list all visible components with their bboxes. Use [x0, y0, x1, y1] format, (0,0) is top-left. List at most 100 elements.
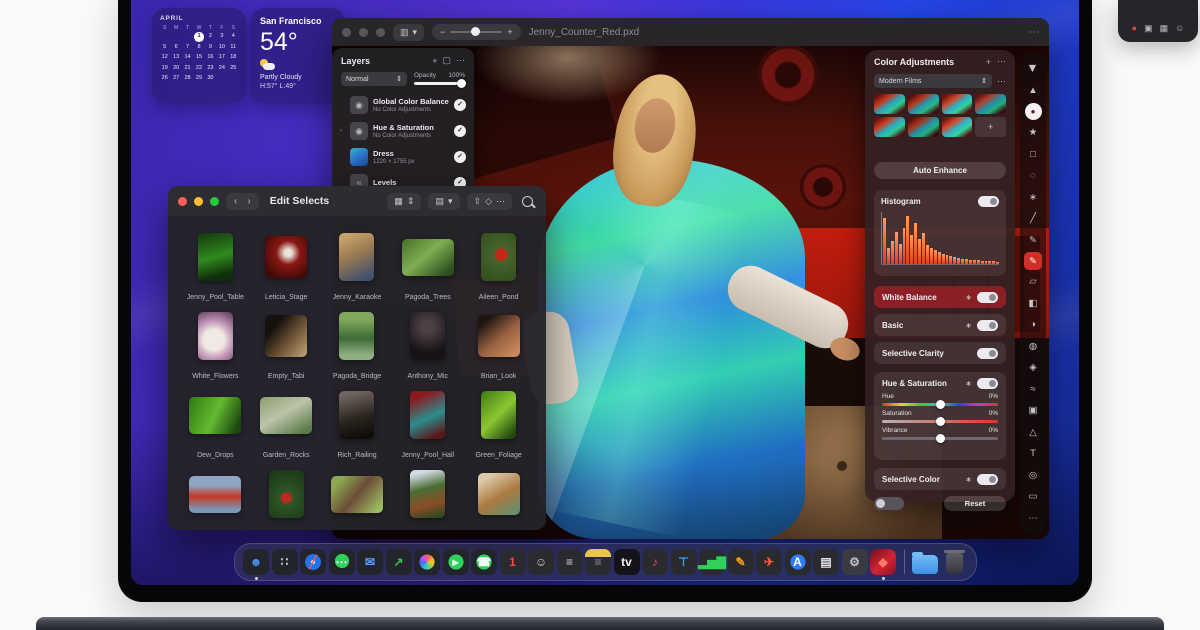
auto-wand-icon[interactable]: ∗ — [965, 321, 972, 330]
file-item[interactable]: Empty_Tabi — [251, 303, 322, 382]
share-icon[interactable]: ⇧ — [474, 196, 482, 207]
dock-app-icon[interactable]: ≡ — [585, 549, 611, 575]
opacity-knob[interactable] — [457, 79, 466, 88]
tool-button[interactable]: ◌ — [1022, 165, 1044, 187]
slider-track[interactable] — [882, 400, 998, 409]
zoom-slider[interactable]: − + — [432, 24, 521, 40]
file-item[interactable]: Anthony_Mic — [392, 303, 463, 382]
tool-button[interactable]: ◈ — [1022, 357, 1044, 379]
back-button[interactable]: ‹ — [234, 196, 237, 207]
dock-app-icon[interactable]: ☺ — [528, 549, 554, 575]
dock-app-icon[interactable]: ◆ — [870, 549, 896, 580]
adjustment-row[interactable]: Selective Clarity — [874, 342, 1006, 364]
selective-color-toggle[interactable] — [977, 473, 998, 485]
dock-app-icon[interactable]: ↗ — [385, 549, 412, 575]
dock-app-icon[interactable] — [414, 549, 440, 575]
tool-button[interactable]: ◍ — [1022, 336, 1044, 358]
dock-app-icon[interactable]: A — [784, 549, 811, 575]
selective-color-row[interactable]: Selective Color ∗ — [874, 468, 1006, 490]
file-thumbnail[interactable] — [481, 233, 517, 281]
dock-app-icon[interactable]: ☻ — [243, 549, 269, 580]
tool-button[interactable]: ● — [1024, 103, 1042, 120]
file-thumbnail[interactable] — [477, 473, 520, 515]
file-item[interactable]: Garden_Rocks — [251, 382, 322, 461]
more-icon[interactable]: ⋯ — [496, 196, 505, 207]
preset-thumbnail[interactable] — [907, 117, 939, 137]
slider-track[interactable] — [882, 417, 998, 426]
file-thumbnail[interactable] — [330, 475, 383, 513]
tool-button[interactable]: ▭ — [1022, 486, 1044, 508]
dock-app-icon[interactable]: ☎ — [471, 549, 497, 575]
file-thumbnail[interactable] — [197, 312, 233, 360]
auto-enhance-button[interactable]: Auto Enhance — [874, 162, 1006, 179]
hue-saturation-toggle[interactable] — [977, 378, 998, 389]
dock-app-icon[interactable]: ▸ — [442, 549, 469, 575]
file-thumbnail[interactable] — [339, 233, 375, 281]
zoom-window-button[interactable] — [210, 196, 219, 206]
dock-app-icon[interactable]: ▂▅▇ — [698, 549, 726, 575]
toolbar-icon[interactable]: ▦ — [1160, 24, 1169, 33]
tool-button[interactable]: ≈ — [1022, 379, 1044, 401]
add-layer-icon[interactable]: + — [432, 56, 437, 66]
file-item[interactable]: Jenny_Pool_Table — [180, 224, 251, 303]
file-thumbnail[interactable] — [410, 470, 446, 518]
file-thumbnail[interactable] — [477, 315, 520, 357]
preset-thumbnail[interactable] — [907, 94, 939, 114]
zoom-out-icon[interactable]: − — [440, 27, 445, 37]
file-item[interactable]: Pagoda_Bridge — [322, 303, 393, 382]
trash-icon[interactable] — [943, 549, 965, 574]
group-layer-icon[interactable]: ▢ — [442, 55, 451, 66]
file-item[interactable]: Leticia_Stage — [251, 224, 322, 303]
file-thumbnail[interactable] — [410, 391, 446, 439]
file-item[interactable]: Jonathan_Garden — [322, 461, 393, 530]
preset-thumbnail[interactable] — [874, 94, 905, 114]
file-thumbnail[interactable] — [265, 315, 308, 357]
color-panel-more-icon[interactable]: ⋯ — [997, 56, 1006, 67]
adjustment-row[interactable]: White Balance ∗ — [874, 286, 1006, 308]
file-thumbnail[interactable] — [481, 391, 517, 439]
auto-wand-icon[interactable]: ∗ — [965, 293, 972, 302]
reset-button[interactable]: Reset — [944, 496, 1006, 511]
preset-more-icon[interactable]: ⋯ — [997, 76, 1006, 87]
minimize-button[interactable] — [194, 196, 203, 206]
toolbar-icon[interactable]: ▣ — [1144, 24, 1153, 33]
tool-button[interactable]: ∗ — [1022, 187, 1044, 209]
close-button[interactable] — [342, 27, 351, 37]
file-thumbnail[interactable] — [265, 236, 308, 278]
preset-thumbnail[interactable] — [941, 94, 973, 114]
slider-knob[interactable] — [936, 417, 945, 426]
adjustment-toggle[interactable] — [977, 319, 998, 331]
file-thumbnail[interactable] — [268, 470, 304, 518]
compare-toggle[interactable] — [874, 497, 904, 510]
file-thumbnail[interactable] — [339, 312, 375, 360]
add-adjustment-icon[interactable]: + — [986, 57, 991, 67]
adjustment-row[interactable]: Basic ∗ — [874, 314, 1006, 336]
calendar-widget[interactable]: APRIL SMTWTFS 1 2 3 4 5 6 7 8 9 10 11 12 13 14 15 16 17 1… — [152, 8, 246, 103]
dock-app-icon[interactable]: ∷ — [271, 549, 298, 575]
file-thumbnail[interactable] — [410, 312, 446, 360]
blend-mode-dropdown[interactable]: Normal ⇕ — [341, 72, 407, 86]
file-item[interactable]: Andre_Stairs — [463, 461, 534, 530]
downloads-folder-icon[interactable] — [912, 552, 938, 574]
opacity-slider[interactable] — [414, 79, 466, 88]
dock-app-icon[interactable]: ▤ — [813, 549, 839, 575]
tool-button[interactable]: ✎ — [1022, 230, 1044, 252]
tool-button[interactable]: △ — [1022, 422, 1044, 444]
slider-knob[interactable] — [936, 400, 945, 409]
search-icon[interactable] — [522, 195, 533, 207]
tool-button[interactable]: ▱ — [1022, 271, 1044, 293]
histogram-toggle[interactable] — [978, 196, 999, 207]
adjustment-toggle[interactable] — [977, 347, 998, 359]
layer-visibility-check[interactable]: ✓ — [454, 99, 466, 111]
opacity-control[interactable]: Opacity 100% — [414, 72, 466, 88]
file-item[interactable]: Aileen_Pond — [463, 224, 534, 303]
layer-visibility-check[interactable]: ✓ — [454, 125, 466, 137]
zoom-window-button[interactable] — [376, 27, 385, 37]
tool-button[interactable]: ▣ — [1022, 400, 1044, 422]
file-item[interactable]: Dew_Drops — [180, 382, 251, 461]
dock-app-icon[interactable]: ≡ — [556, 549, 583, 575]
preset-dropdown[interactable]: Modern Films ⇕ — [874, 74, 992, 88]
tag-icon[interactable]: ◇ — [485, 196, 492, 207]
tool-button[interactable]: ◑ — [1022, 314, 1044, 336]
dock-app-icon[interactable]: ✉ — [357, 549, 383, 575]
